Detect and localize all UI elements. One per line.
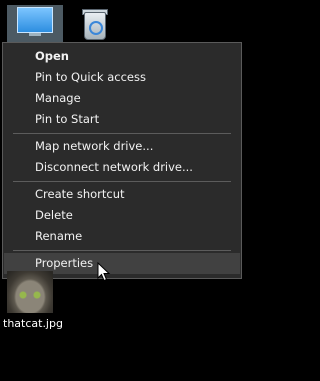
mouse-cursor-icon — [97, 262, 111, 282]
context-menu: Open Pin to Quick access Manage Pin to S… — [2, 42, 242, 279]
menu-separator — [13, 250, 231, 251]
recycle-logo-icon — [89, 21, 103, 35]
menu-item-pin-quick-access[interactable]: Pin to Quick access — [4, 67, 240, 88]
menu-separator — [13, 133, 231, 134]
menu-item-create-shortcut[interactable]: Create shortcut — [4, 184, 240, 205]
monitor-stand — [29, 33, 41, 36]
menu-item-disconnect-network-drive[interactable]: Disconnect network drive... — [4, 157, 240, 178]
cat-image-label: thatcat.jpg — [3, 317, 63, 330]
menu-item-pin-start[interactable]: Pin to Start — [4, 109, 240, 130]
menu-item-map-network-drive[interactable]: Map network drive... — [4, 136, 240, 157]
monitor-icon — [17, 7, 53, 33]
menu-item-manage[interactable]: Manage — [4, 88, 240, 109]
menu-item-rename[interactable]: Rename — [4, 226, 240, 247]
cat-image-icon[interactable] — [7, 271, 53, 313]
menu-item-delete[interactable]: Delete — [4, 205, 240, 226]
recycle-bin-icon[interactable] — [80, 6, 108, 40]
this-pc-icon[interactable] — [7, 5, 63, 45]
menu-separator — [13, 181, 231, 182]
menu-item-open[interactable]: Open — [4, 46, 240, 67]
